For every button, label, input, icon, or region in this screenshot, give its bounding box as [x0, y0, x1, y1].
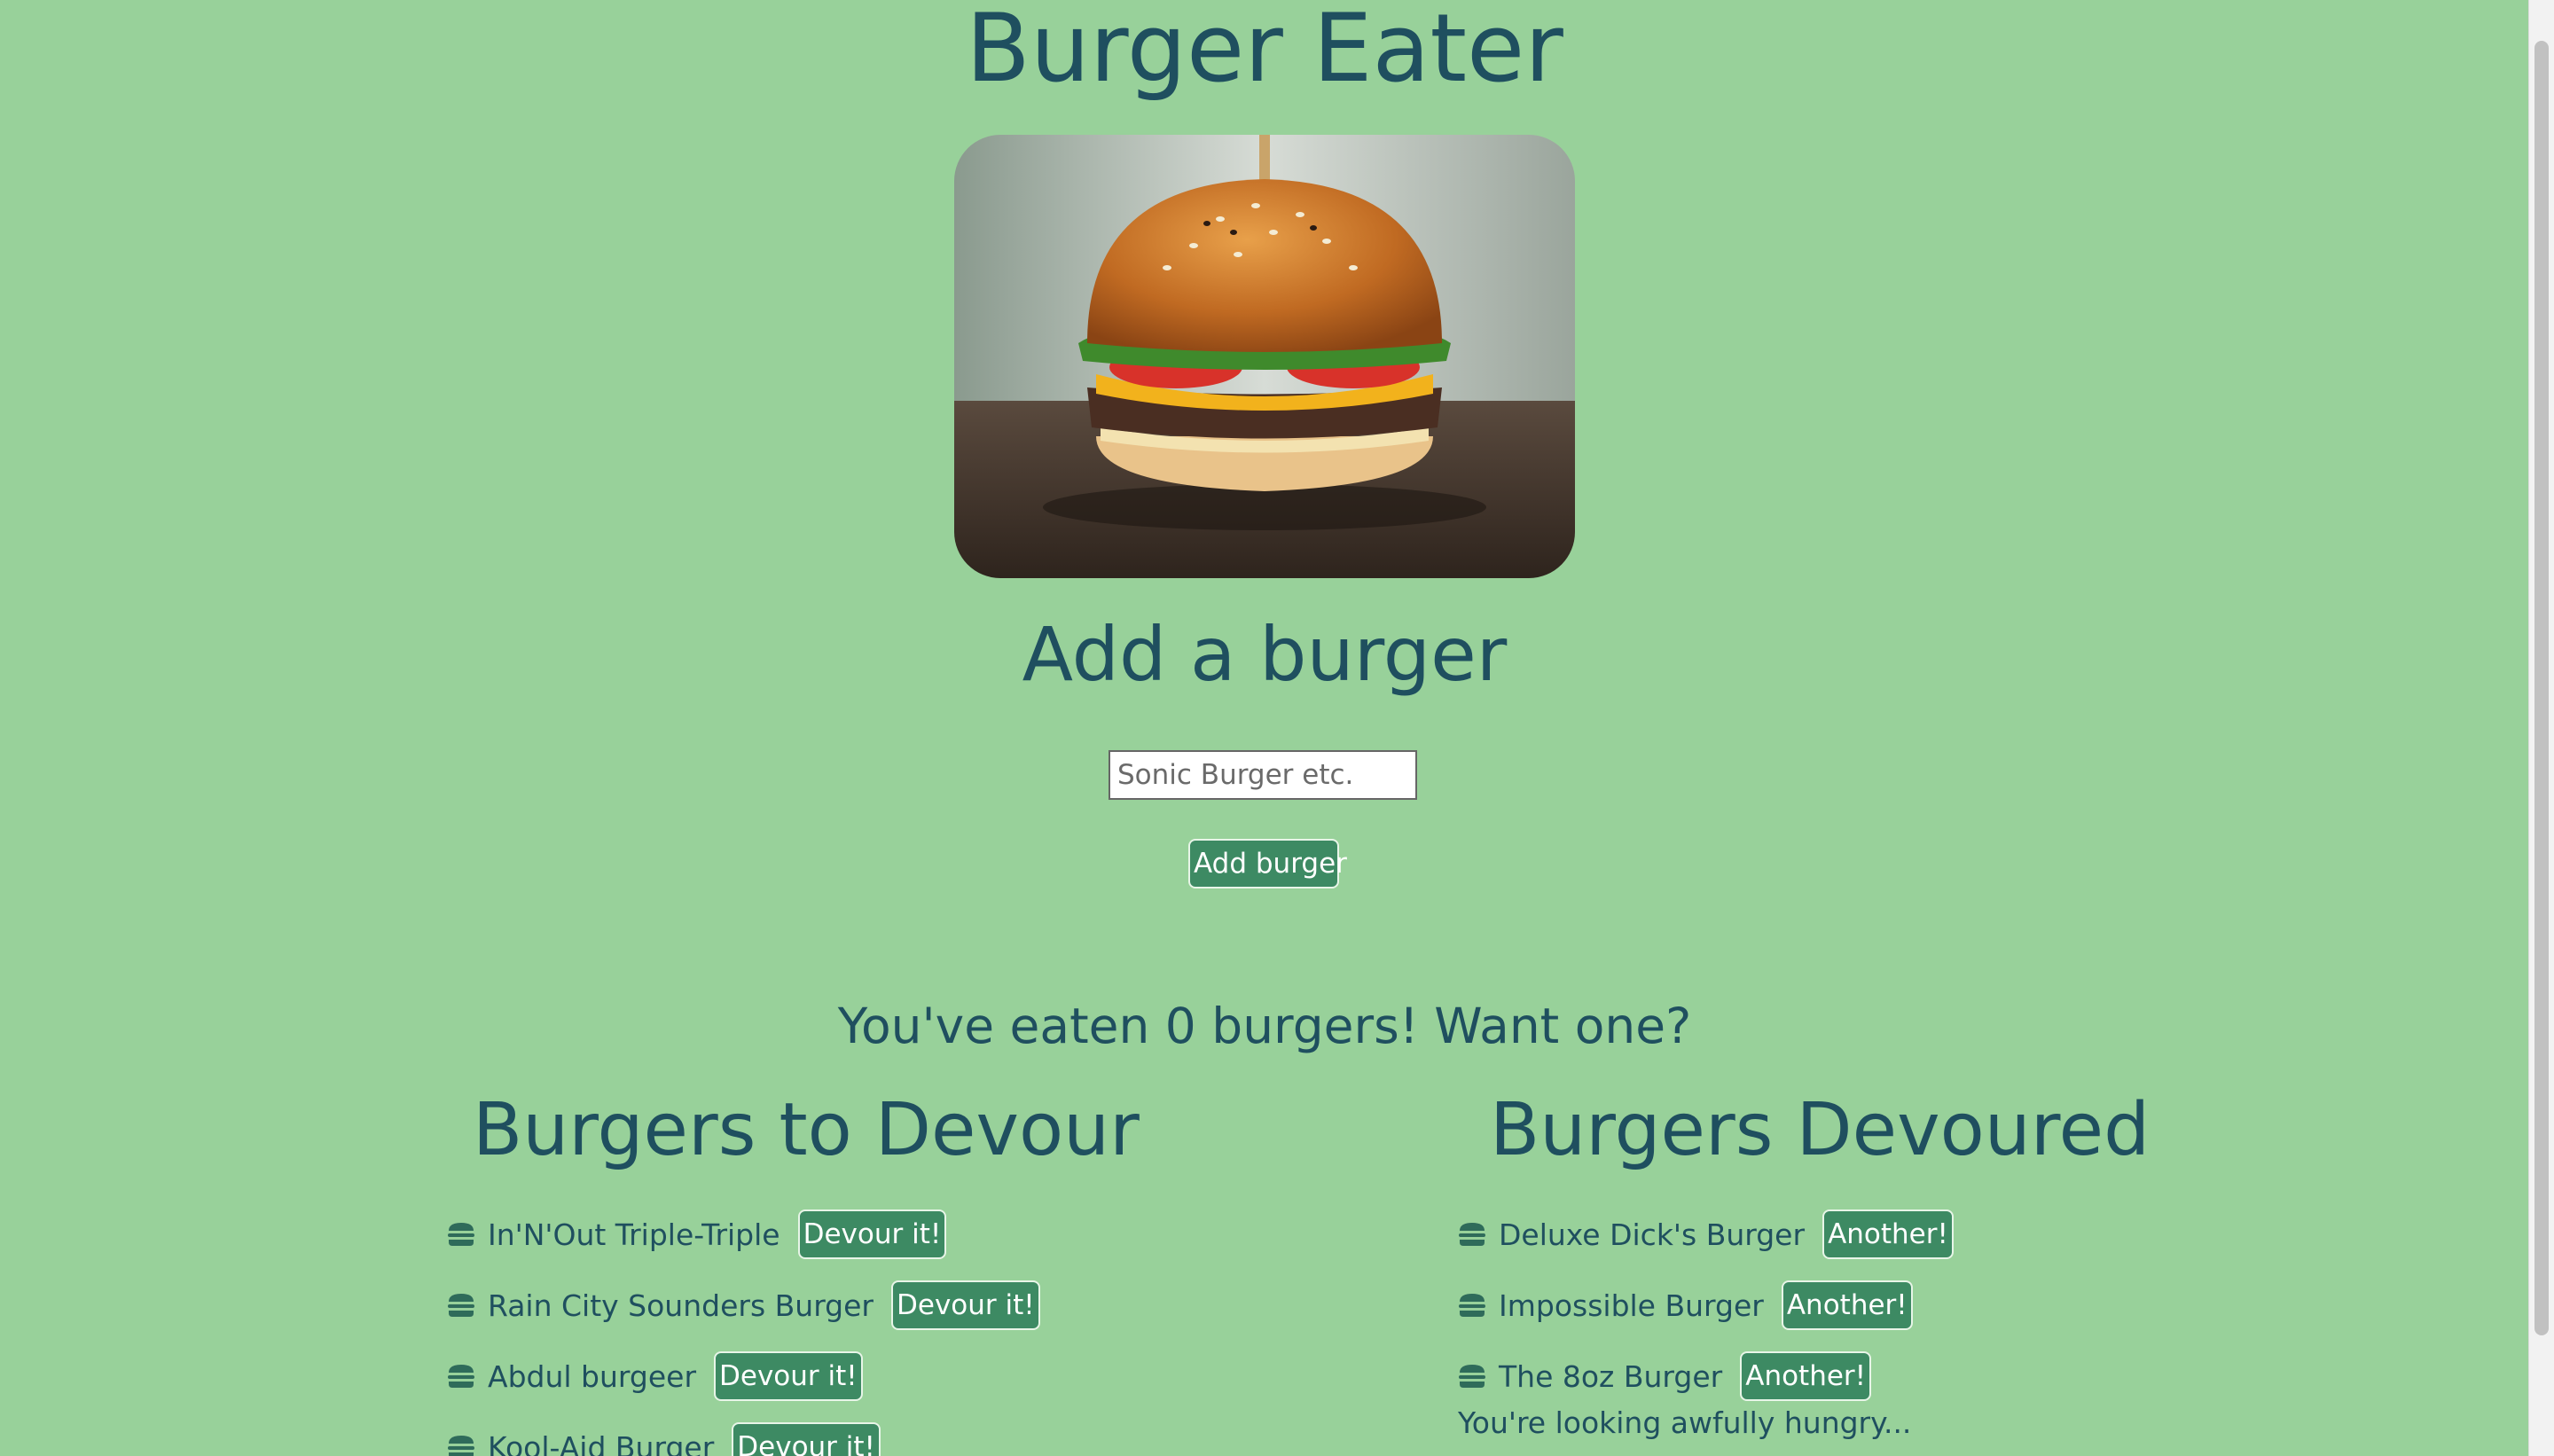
burger-name: In'N'Out Triple-Triple	[488, 1217, 780, 1252]
devour-button[interactable]: Devour it!	[891, 1280, 1040, 1330]
burger-name: Abdul burgeer	[488, 1358, 697, 1394]
scrollbar-thumb[interactable]	[2534, 41, 2549, 1335]
burgers-to-devour-heading: Burgers to Devour	[473, 1088, 1140, 1172]
burger-name: Deluxe Dick's Burger	[1499, 1217, 1806, 1252]
hungry-message: You're looking awfully hungry...	[1458, 1405, 1912, 1440]
burger-hero-image	[954, 135, 1575, 578]
another-button[interactable]: Another!	[1740, 1351, 1872, 1401]
hamburger-icon	[447, 1364, 475, 1389]
hamburger-icon	[447, 1293, 475, 1318]
add-burger-heading: Add a burger	[1022, 611, 1508, 698]
list-item: Rain City Sounders Burger Devour it!	[447, 1270, 1040, 1341]
list-item: Abdul burgeer Devour it!	[447, 1341, 1040, 1412]
page: Burger Eater Add a burger Sonic Burger e…	[0, 0, 2529, 1456]
devour-button[interactable]: Devour it!	[732, 1422, 881, 1456]
eaten-count-message: You've eaten 0 burgers! Want one?	[837, 998, 1692, 1054]
hamburger-icon	[1458, 1293, 1486, 1318]
list-item: Deluxe Dick's Burger Another!	[1458, 1199, 1954, 1270]
hamburger-icon	[1458, 1364, 1486, 1389]
page-title: Burger Eater	[966, 0, 1563, 103]
burger-name: The 8oz Burger	[1499, 1358, 1723, 1394]
list-item: Impossible Burger Another!	[1458, 1270, 1954, 1341]
burgers-devoured-list: Deluxe Dick's Burger Another! Impossible…	[1458, 1199, 1954, 1412]
burger-name: Impossible Burger	[1499, 1288, 1764, 1323]
burger-name-input[interactable]	[1109, 750, 1417, 800]
hamburger-icon	[447, 1435, 475, 1456]
devour-button[interactable]: Devour it!	[797, 1209, 947, 1259]
hamburger-icon	[447, 1222, 475, 1247]
vertical-scrollbar[interactable]	[2528, 0, 2554, 1456]
list-item: Kool-Aid Burger Devour it!	[447, 1412, 1040, 1456]
another-button[interactable]: Another!	[1822, 1209, 1954, 1259]
burgers-devoured-heading: Burgers Devoured	[1490, 1088, 2151, 1172]
add-burger-button[interactable]: Add burger	[1188, 839, 1347, 888]
list-item: In'N'Out Triple-Triple Devour it!	[447, 1199, 1040, 1270]
hamburger-icon	[1458, 1222, 1486, 1247]
burger-name: Rain City Sounders Burger	[488, 1288, 874, 1323]
burgers-to-devour-list: In'N'Out Triple-Triple Devour it! Rain C…	[447, 1199, 1040, 1456]
devour-button[interactable]: Devour it!	[714, 1351, 863, 1401]
another-button[interactable]: Another!	[1781, 1280, 1913, 1330]
burger-name: Kool-Aid Burger	[488, 1429, 715, 1456]
